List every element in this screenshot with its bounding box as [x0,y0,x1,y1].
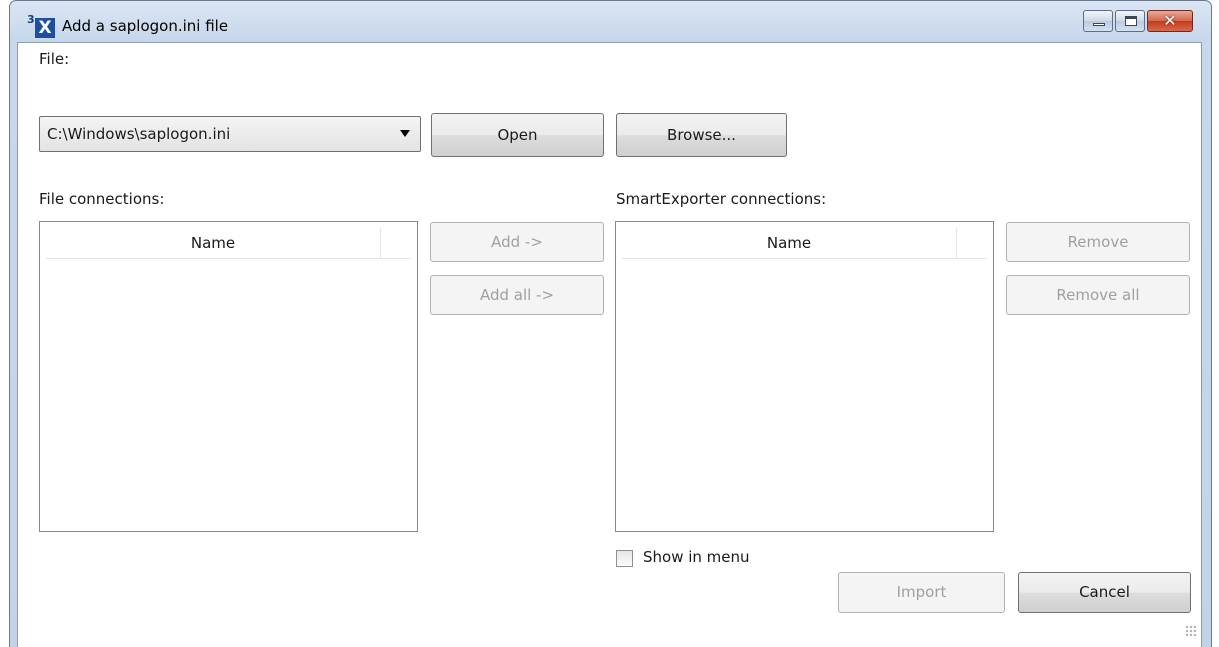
file-path-combobox[interactable]: C:\Windows\saplogon.ini [39,116,421,152]
add-button[interactable]: Add -> [430,222,604,262]
maximize-button[interactable] [1115,10,1145,32]
remove-all-button[interactable]: Remove all [1006,275,1190,315]
close-button[interactable]: ✕ [1147,10,1193,32]
import-button[interactable]: Import [838,572,1005,613]
remove-button[interactable]: Remove [1006,222,1190,262]
file-connections-label: File connections: [39,190,165,208]
file-connections-header: Name [46,228,411,259]
file-connections-name-column[interactable]: Name [46,228,381,259]
resize-grip-icon[interactable] [1185,625,1197,637]
file-path-value: C:\Windows\saplogon.ini [47,125,231,143]
cancel-button[interactable]: Cancel [1018,572,1191,613]
window-controls: ✕ [1083,10,1193,34]
minimize-icon [1093,23,1105,26]
open-button[interactable]: Open [431,113,604,157]
show-in-menu-checkbox[interactable] [616,550,633,567]
close-icon: ✕ [1163,11,1177,30]
chevron-down-icon [400,130,410,137]
smartexporter-connections-header: Name [622,228,987,259]
app-logo-icon: 3 X [27,13,60,42]
title-bar[interactable]: 3 X Add a saplogon.ini file ✕ [10,1,1211,43]
smartexporter-connections-list[interactable]: Name [615,221,994,532]
minimize-button[interactable] [1083,10,1113,32]
browse-button[interactable]: Browse... [616,113,787,157]
file-label: File: [39,50,70,68]
add-all-button[interactable]: Add all -> [430,275,604,315]
app-logo-letter: X [35,18,55,38]
maximize-icon [1125,16,1137,26]
smartexporter-connections-name-column[interactable]: Name [622,228,957,259]
app-logo-superscript: 3 [27,13,35,26]
smartexporter-connections-label: SmartExporter connections: [616,190,827,208]
window-title: Add a saplogon.ini file [62,17,229,35]
show-in-menu-label[interactable]: Show in menu [643,548,750,566]
file-connections-list[interactable]: Name [39,221,418,532]
